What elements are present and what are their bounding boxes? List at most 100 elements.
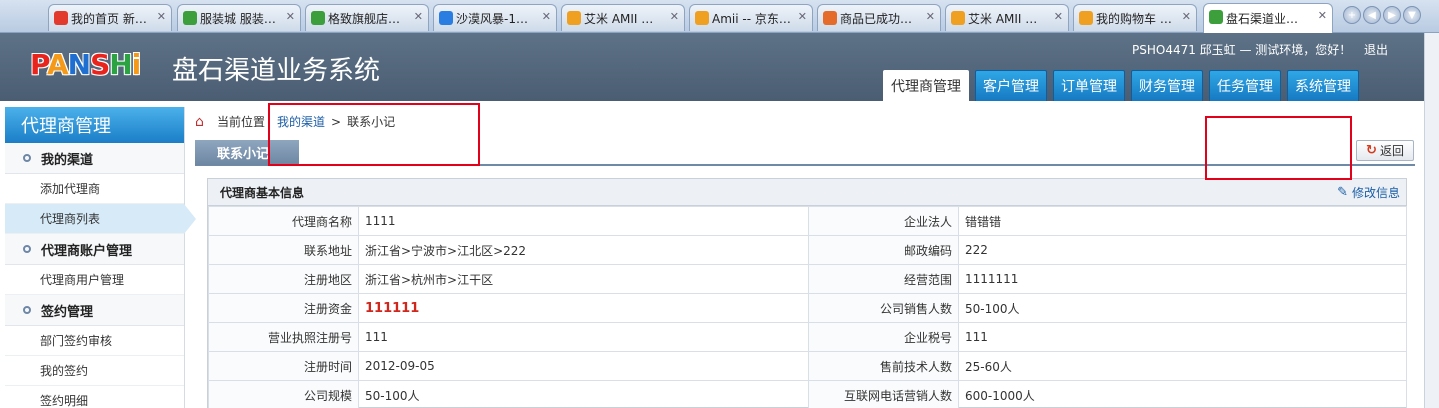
field-value: 2012-09-05 [358, 351, 809, 381]
field-value: 浙江省>宁波市>江北区>222 [358, 235, 809, 265]
system-title: 盘石渠道业务系统 [172, 56, 381, 86]
tab-customer-management[interactable]: 客户管理 [975, 70, 1047, 101]
weibo-icon [54, 11, 68, 25]
home-icon: ⌂ [195, 113, 204, 130]
tab-finance-management[interactable]: 财务管理 [1131, 70, 1203, 101]
browser-tab[interactable]: 我的首页 新… ✕ [48, 4, 172, 31]
field-label: 注册资金 [208, 293, 359, 323]
field-value: 50-100人 [358, 380, 809, 408]
table-row: 注册时间 2012-09-05 售前技术人数 25-60人 [208, 351, 1407, 381]
browser-tab[interactable]: 服装城 服装… ✕ [177, 4, 301, 31]
close-icon[interactable]: ✕ [157, 10, 166, 23]
scroll-left-icon[interactable]: ◀ [1363, 6, 1381, 24]
close-icon[interactable]: ✕ [1054, 10, 1063, 23]
field-label: 营业执照注册号 [208, 322, 359, 352]
field-value: 222 [958, 235, 1407, 265]
tab-order-management[interactable]: 订单管理 [1053, 70, 1125, 101]
shop-icon [567, 11, 581, 25]
field-label: 公司销售人数 [808, 293, 959, 323]
logo-letter: S [90, 48, 110, 81]
ie-icon [1209, 10, 1223, 24]
tab-system-management[interactable]: 系统管理 [1287, 70, 1359, 101]
ie-icon [183, 11, 197, 25]
app-header: PANSHi 盘石渠道业务系统 PSHO4471 邱玉虹 — 测试环境，您好！ … [0, 33, 1424, 101]
logo-letter: P [30, 48, 48, 81]
browser-nav-buttons: + ◀ ▶ ▼ [1343, 6, 1421, 24]
browser-tab-active[interactable]: 盘石渠道业… ✕ [1203, 3, 1333, 33]
ie-icon [311, 11, 325, 25]
tab-agent-management[interactable]: 代理商管理 [883, 70, 969, 101]
sidebar-item-add-agent[interactable]: 添加代理商 [5, 174, 184, 204]
sidebar-item-my-contracts[interactable]: 我的签约 [5, 356, 184, 386]
field-label: 注册时间 [208, 351, 359, 381]
close-icon[interactable]: ✕ [1182, 10, 1191, 23]
field-label: 联系地址 [208, 235, 359, 265]
browser-tab[interactable]: 格致旗舰店… ✕ [305, 4, 429, 31]
panel-title: 代理商基本信息 [220, 185, 305, 200]
sidebar-group-my-channel[interactable]: 我的渠道 [5, 143, 184, 174]
sidebar-group-contracts[interactable]: 签约管理 [5, 295, 184, 326]
browser-tab[interactable]: Amii -- 京东… ✕ [689, 4, 813, 31]
close-icon[interactable]: ✕ [286, 10, 295, 23]
logo-letter: A [46, 48, 69, 81]
browser-tab[interactable]: 商品已成功… ✕ [817, 4, 941, 31]
page-icon [823, 11, 837, 25]
shop-icon [951, 11, 965, 25]
table-row: 注册资金 111111 公司销售人数 50-100人 [208, 293, 1407, 323]
sidebar-item-dept-contract-review[interactable]: 部门签约审核 [5, 326, 184, 356]
shop-icon [439, 11, 453, 25]
browser-tab[interactable]: 沙漠风暴-1… ✕ [433, 4, 557, 31]
close-icon[interactable]: ✕ [798, 10, 807, 23]
sidebar: 代理商管理 我的渠道 添加代理商 代理商列表 代理商账户管理 代理商用户管理 签… [5, 107, 196, 408]
refresh-back-icon: ↻ [1366, 143, 1377, 158]
close-icon[interactable]: ✕ [414, 10, 423, 23]
browser-tab[interactable]: 艾米 AMII … ✕ [945, 4, 1069, 31]
sidebar-title: 代理商管理 [5, 107, 184, 143]
agent-info-table: 代理商名称 1111 企业法人 错错错 联系地址 浙江省>宁波市>江北区>222… [208, 206, 1407, 408]
close-icon[interactable]: ✕ [670, 10, 679, 23]
agent-info-panel: 代理商基本信息 ✎ 修改信息 代理商名称 1111 企业法人 错错错 联系地址 … [207, 178, 1407, 408]
close-icon[interactable]: ✕ [1318, 9, 1327, 22]
field-label: 互联网电话营销人数 [808, 380, 959, 408]
table-row: 联系地址 浙江省>宁波市>江北区>222 邮政编码 222 [208, 235, 1407, 265]
field-value: 1111 [358, 206, 809, 236]
pencil-icon: ✎ [1337, 185, 1348, 200]
field-value: 111 [958, 322, 1407, 352]
field-value: 111 [358, 322, 809, 352]
main-nav-tabs: 代理商管理 客户管理 订单管理 财务管理 任务管理 系统管理 [883, 70, 1359, 101]
close-icon[interactable]: ✕ [926, 10, 935, 23]
tab-task-management[interactable]: 任务管理 [1209, 70, 1281, 101]
back-button[interactable]: ↻ 返回 [1356, 140, 1414, 161]
breadcrumb-prefix: 当前位置 [217, 115, 266, 129]
sidebar-item-contract-details[interactable]: 签约明细 [5, 386, 184, 408]
field-label: 售前技术人数 [808, 351, 959, 381]
panel-header: 代理商基本信息 ✎ 修改信息 [208, 179, 1406, 206]
field-value: 25-60人 [958, 351, 1407, 381]
scroll-right-icon[interactable]: ▶ [1383, 6, 1401, 24]
close-icon[interactable]: ✕ [542, 10, 551, 23]
panshi-logo: PANSHi [30, 48, 141, 81]
field-value: 50-100人 [958, 293, 1407, 323]
browser-tab[interactable]: 艾米 AMII … ✕ [561, 4, 685, 31]
tab-list-icon[interactable]: ▼ [1403, 6, 1421, 24]
logo-letter: H [109, 48, 132, 81]
shop-icon [695, 11, 709, 25]
edit-info-link[interactable]: ✎ 修改信息 [1337, 184, 1400, 201]
sidebar-item-agent-users[interactable]: 代理商用户管理 [5, 265, 184, 295]
vertical-scrollbar[interactable] [1424, 33, 1439, 408]
highlight-box-back-area [1205, 116, 1352, 180]
table-row: 公司规模 50-100人 互联网电话营销人数 600-1000人 [208, 380, 1407, 408]
browser-tab[interactable]: 我的购物车 … ✕ [1073, 4, 1197, 31]
circle-icon [23, 306, 31, 314]
logout-link[interactable]: 退出 [1364, 41, 1388, 58]
shop-icon [1079, 11, 1093, 25]
field-label: 邮政编码 [808, 235, 959, 265]
table-row: 注册地区 浙江省>杭州市>江干区 经营范围 1111111 [208, 264, 1407, 294]
highlight-box-breadcrumb [268, 103, 480, 166]
sidebar-group-agent-accounts[interactable]: 代理商账户管理 [5, 234, 184, 265]
field-value-registered-capital: 111111 [358, 293, 809, 323]
new-tab-icon[interactable]: + [1343, 6, 1361, 24]
user-greeting: PSHO4471 邱玉虹 — 测试环境，您好！ [1132, 43, 1352, 57]
sidebar-item-agent-list[interactable]: 代理商列表 [5, 204, 196, 234]
field-label: 注册地区 [208, 264, 359, 294]
